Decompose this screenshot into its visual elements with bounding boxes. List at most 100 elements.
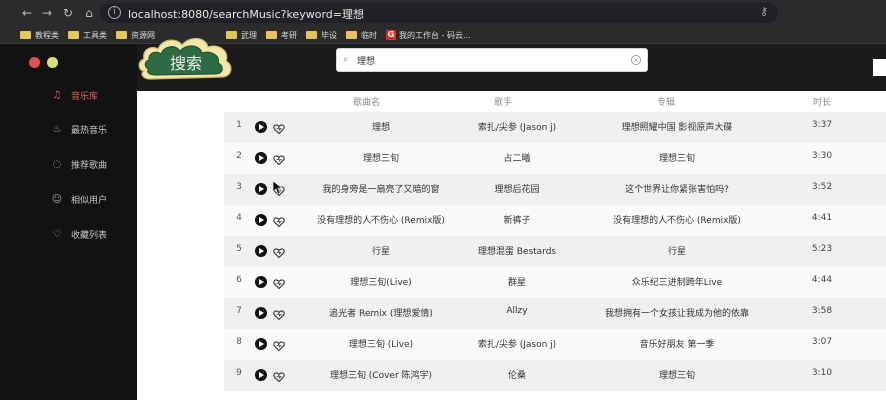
browser-toolbar: ← → ↻ ⌂ i localhost:8080/searchMusic?key… <box>0 0 886 26</box>
song-album[interactable]: 我想拥有一个女孩让我成为他的依靠 <box>592 306 762 319</box>
forward-icon[interactable]: → <box>40 6 54 20</box>
key-icon[interactable]: ⚷ <box>760 5 768 18</box>
song-duration: 4:44 <box>811 275 833 285</box>
search-input[interactable]: ⌕ 理想 × <box>336 48 648 72</box>
favorite-heart-icon[interactable] <box>273 275 285 290</box>
info-icon[interactable]: i <box>108 6 121 19</box>
song-title[interactable]: 我的身旁是一扇亮了又暗的窗 <box>296 182 466 195</box>
favorite-heart-icon[interactable] <box>273 151 285 166</box>
favorite-heart-icon[interactable] <box>273 120 285 135</box>
play-icon[interactable] <box>255 121 267 133</box>
song-album[interactable]: 音乐好朋友 第一季 <box>592 337 762 350</box>
song-album[interactable]: 这个世界让你紧张害怕吗? <box>592 182 762 195</box>
bookmark-item[interactable]: 工具类 <box>68 29 107 41</box>
url-text: localhost:8080/searchMusic?keyword=理想 <box>128 8 364 21</box>
table-row[interactable]: 8 理想三旬 (Live) 索扎/尖参 (Jason j) 音乐好朋友 第一季 3:07 <box>224 329 886 360</box>
window-minimize-dot[interactable] <box>47 57 58 68</box>
play-icon[interactable] <box>255 183 267 195</box>
mouse-cursor-icon <box>273 181 283 195</box>
song-artist[interactable]: 理想后花园 <box>452 182 582 195</box>
song-duration: 3:10 <box>811 368 833 378</box>
play-icon[interactable] <box>255 276 267 288</box>
play-icon[interactable] <box>255 245 267 257</box>
song-title[interactable]: 理想三旬 (Live) <box>296 337 466 350</box>
song-album[interactable]: 没有理想的人不伤心 (Remix版) <box>592 213 762 226</box>
clear-icon[interactable]: × <box>631 55 641 65</box>
search-value: 理想 <box>357 57 376 67</box>
sidebar-item-favorites[interactable]: ♡ 收藏列表 <box>51 227 108 241</box>
sidebar-item-hot-music[interactable]: ♨ 最热音乐 <box>51 122 108 136</box>
play-icon[interactable] <box>255 369 267 381</box>
scroll-marker <box>873 59 886 76</box>
reload-icon[interactable]: ↻ <box>61 6 75 20</box>
bookmark-item[interactable]: G 我的工作台 - 码云... <box>386 29 471 41</box>
bookmarks-bar: 教程类 工具类 资源网 武理 考研 毕设 临时 G 我的工作台 - 码云... <box>0 26 886 44</box>
table-row[interactable]: 1 理想 索扎/尖参 (Jason j) 理想照耀中国 影视原声大碟 3:37 <box>224 112 886 143</box>
play-icon[interactable] <box>255 338 267 350</box>
play-icon[interactable] <box>255 214 267 226</box>
sidebar-item-music-library[interactable]: ♫ 音乐库 <box>51 88 99 102</box>
favorite-heart-icon[interactable] <box>273 244 285 259</box>
song-duration: 4:41 <box>811 213 833 223</box>
song-duration: 3:37 <box>811 120 833 130</box>
gitee-icon: G <box>386 30 396 40</box>
song-title[interactable]: 没有理想的人不伤心 (Remix版) <box>296 213 466 226</box>
table-row[interactable]: 2 理想三旬 占二曦 理想三旬 3:30 <box>224 143 886 174</box>
address-bar[interactable]: i localhost:8080/searchMusic?keyword=理想 … <box>100 3 778 23</box>
bookmark-item[interactable]: 临时 <box>346 29 377 41</box>
bookmark-item[interactable]: 考研 <box>266 29 297 41</box>
favorite-heart-icon[interactable] <box>273 368 285 383</box>
song-album[interactable]: 众乐纪三进制跨年Live <box>592 275 762 288</box>
table-row[interactable]: 4 没有理想的人不伤心 (Remix版) 新裤子 没有理想的人不伤心 (Remix版)… <box>224 205 886 236</box>
song-title[interactable]: 行星 <box>296 244 466 257</box>
header-title: 歌曲名 <box>353 98 381 108</box>
song-artist[interactable]: 理想混蛋 Bestards <box>452 244 582 257</box>
play-icon[interactable] <box>255 152 267 164</box>
table-row[interactable]: 9 理想三旬 (Cover 陈鸿宇) 伦桑 理想三旬 3:10 <box>224 360 886 391</box>
table-row[interactable]: 3 我的身旁是一扇亮了又暗的窗 理想后花园 这个世界让你紧张害怕吗? 3:52 <box>224 174 886 205</box>
row-number: 1 <box>236 120 242 130</box>
bookmark-item[interactable]: 毕设 <box>306 29 337 41</box>
search-icon: ⌕ <box>343 54 349 65</box>
song-title[interactable]: 追光者 Remix (理想爱情) <box>296 306 466 319</box>
table-row[interactable]: 7 追光者 Remix (理想爱情) Allzy 我想拥有一个女孩让我成为他的依靠 3:… <box>224 298 886 329</box>
song-album[interactable]: 理想三旬 <box>592 151 762 164</box>
song-title[interactable]: 理想三旬(Live) <box>296 275 466 288</box>
favorite-heart-icon[interactable] <box>273 213 285 228</box>
song-artist[interactable]: 索扎/尖参 (Jason j) <box>452 120 582 133</box>
song-album[interactable]: 理想三旬 <box>592 368 762 381</box>
folder-icon <box>306 31 317 39</box>
song-album[interactable]: 理想照耀中国 影视原声大碟 <box>592 120 762 133</box>
table-row[interactable]: 5 行星 理想混蛋 Bestards 行星 5:23 <box>224 236 886 267</box>
table-row[interactable]: 6 理想三旬(Live) 群星 众乐纪三进制跨年Live 4:44 <box>224 267 886 298</box>
song-duration: 3:30 <box>811 151 833 161</box>
song-title[interactable]: 理想三旬 <box>296 151 466 164</box>
music-icon: ♫ <box>52 89 62 101</box>
bookmark-item[interactable]: 教程类 <box>20 29 59 41</box>
song-duration: 5:23 <box>811 244 833 254</box>
song-artist[interactable]: 占二曦 <box>452 151 582 164</box>
song-artist[interactable]: Allzy <box>452 306 582 316</box>
user-icon: ☺ <box>51 193 63 205</box>
song-title[interactable]: 理想 <box>296 120 466 133</box>
favorite-heart-icon[interactable] <box>273 306 285 321</box>
song-artist[interactable]: 群星 <box>452 275 582 288</box>
folder-icon <box>20 31 31 39</box>
row-number: 3 <box>236 182 242 192</box>
header-album: 专辑 <box>657 98 676 108</box>
sidebar-item-recommended[interactable]: ◌ 推荐歌曲 <box>51 157 107 171</box>
top-bar: ⌕ 理想 × <box>137 44 886 91</box>
back-icon[interactable]: ← <box>20 6 34 20</box>
song-artist[interactable]: 伦桑 <box>452 368 582 381</box>
song-album[interactable]: 行星 <box>592 244 762 257</box>
song-artist[interactable]: 索扎/尖参 (Jason j) <box>452 337 582 350</box>
row-number: 2 <box>236 151 242 161</box>
search-logo: 搜索 <box>138 37 232 80</box>
song-artist[interactable]: 新裤子 <box>452 213 582 226</box>
window-close-dot[interactable] <box>29 57 40 68</box>
sidebar-item-similar-users[interactable]: ☺ 相似用户 <box>51 192 107 206</box>
play-icon[interactable] <box>255 307 267 319</box>
home-icon[interactable]: ⌂ <box>82 6 96 20</box>
favorite-heart-icon[interactable] <box>273 337 285 352</box>
song-title[interactable]: 理想三旬 (Cover 陈鸿宇) <box>296 368 466 381</box>
